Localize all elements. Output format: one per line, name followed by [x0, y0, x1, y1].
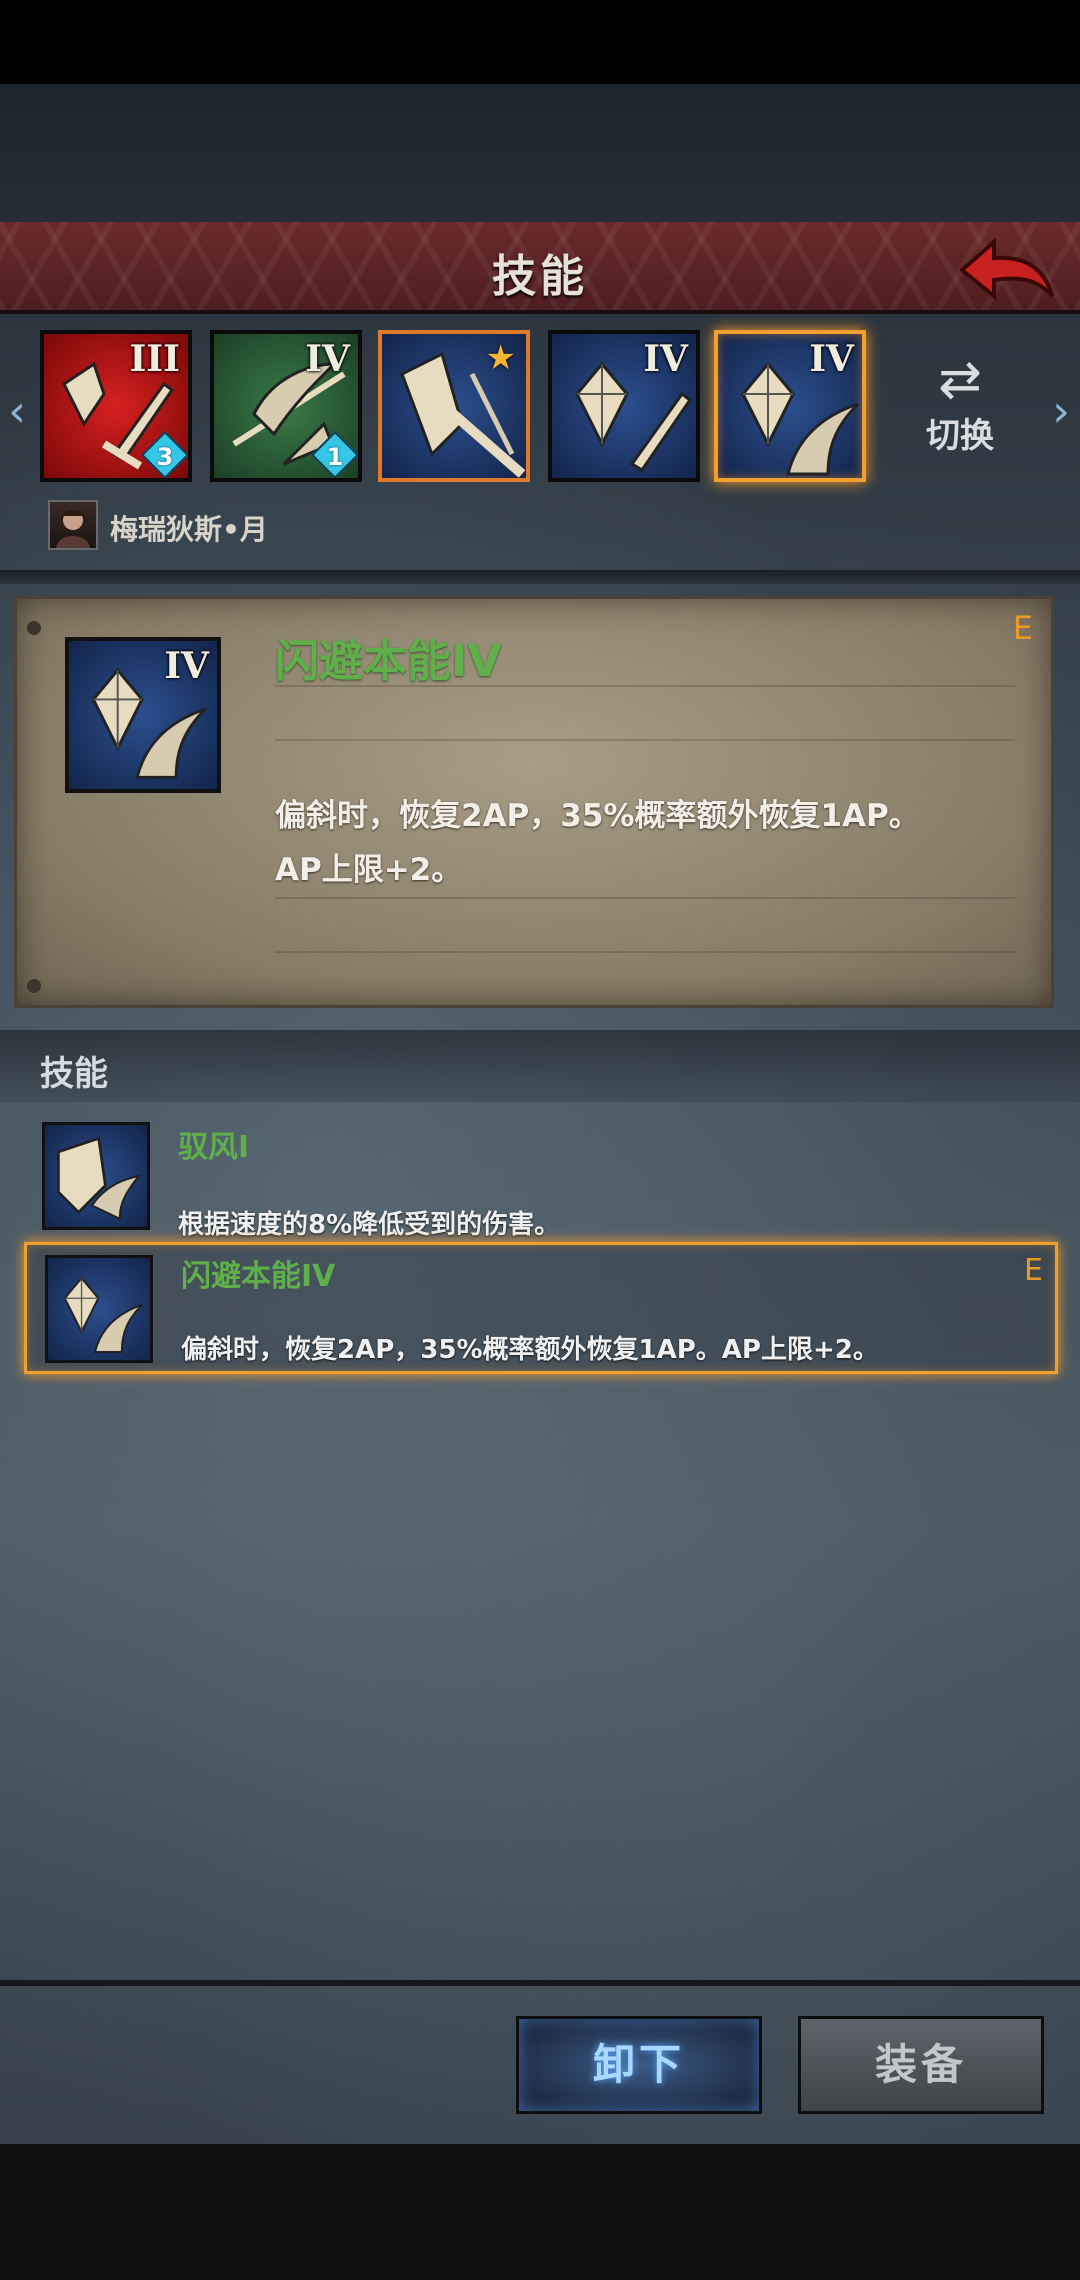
- rivet: [27, 979, 41, 993]
- back-arrow-icon: [958, 237, 1054, 301]
- equipped-mark: E: [1012, 609, 1033, 647]
- desc-line-2: AP上限+2。: [275, 852, 463, 888]
- skill-list-title: 技能: [40, 1054, 108, 1094]
- skill-list-header: 技能: [0, 1030, 1080, 1102]
- rivet: [27, 621, 41, 635]
- unequip-button[interactable]: 卸下: [516, 2016, 762, 2114]
- skill-level-label: IV: [305, 338, 350, 380]
- skill-slot-4[interactable]: IV: [548, 330, 700, 482]
- skill-list-item-selected[interactable]: 闪避本能IV E 偏斜时，恢复2AP，35%概率额外恢复1AP。AP上限+2。: [24, 1242, 1058, 1374]
- skill-level-label: III: [129, 338, 180, 380]
- header-banner: 技能: [0, 222, 1080, 314]
- back-button[interactable]: [952, 230, 1062, 310]
- star-icon: ★: [485, 338, 516, 378]
- skill-item-desc: 偏斜时，恢复2AP，35%概率额外恢复1AP。AP上限+2。: [181, 1335, 879, 1365]
- skill-item-name: 闪避本能IV: [181, 1259, 336, 1294]
- rule-line: [275, 685, 1015, 687]
- skill-item-name: 驭风I: [178, 1130, 250, 1165]
- skill-item-desc: 根据速度的8%降低受到的伤害。: [178, 1210, 561, 1240]
- equip-button[interactable]: 装备: [798, 2016, 1044, 2114]
- skill-detail-description: 偏斜时，恢复2AP，35%概率额外恢复1AP。 AP上限+2。: [275, 789, 1035, 897]
- gem-count: 3: [156, 443, 174, 471]
- skill-level-label: IV: [809, 338, 854, 380]
- status-bar: [0, 0, 1080, 84]
- skill-detail-icon: IV: [65, 637, 221, 793]
- page-title: 技能: [492, 251, 588, 302]
- gem-count: 1: [326, 443, 344, 471]
- desc-line-1: 偏斜时，恢复2AP，35%概率额外恢复1AP。: [275, 798, 920, 834]
- switch-label: 切换: [926, 416, 994, 456]
- skill-slot-bar: ‹ III 3 IV 1 ★ IV IV ⇄ 切换 ›: [0, 322, 1080, 492]
- crystal-dodge-icon: [63, 1276, 143, 1353]
- next-arrow-icon[interactable]: ›: [1046, 382, 1076, 442]
- bottom-bar: [0, 2144, 1080, 2280]
- skill-slot-2[interactable]: IV 1: [210, 330, 362, 482]
- rule-line: [275, 897, 1015, 899]
- shield-wind-icon: [57, 1136, 142, 1221]
- swap-arrows-icon: ⇄: [938, 350, 982, 410]
- portrait-icon: [56, 510, 90, 548]
- divider: [0, 570, 1080, 584]
- hero-name: 梅瑞狄斯•月: [110, 513, 268, 546]
- skill-item-icon: [45, 1255, 153, 1363]
- skill-slot-1[interactable]: III 3: [40, 330, 192, 482]
- skill-item-icon: [42, 1122, 150, 1230]
- skill-slot-3[interactable]: ★: [378, 330, 530, 482]
- divider: [0, 1980, 1080, 1986]
- rule-line: [275, 739, 1015, 741]
- rule-line: [275, 951, 1015, 953]
- equipped-mark: E: [1024, 1253, 1043, 1288]
- prev-arrow-icon[interactable]: ‹: [2, 382, 32, 442]
- skill-list-item[interactable]: 驭风I 根据速度的8%降低受到的伤害。: [24, 1120, 1058, 1252]
- skill-detail-title: 闪避本能IV: [275, 636, 502, 687]
- switch-button[interactable]: ⇄ 切换: [910, 352, 1010, 462]
- skill-slot-5[interactable]: IV: [714, 330, 866, 482]
- skill-level-label: IV: [643, 338, 688, 380]
- skill-level-label: IV: [164, 645, 209, 687]
- skill-detail-panel: IV 闪避本能IV E 偏斜时，恢复2AP，35%概率额外恢复1AP。 AP上限…: [14, 596, 1054, 1008]
- hero-avatar: [48, 500, 98, 550]
